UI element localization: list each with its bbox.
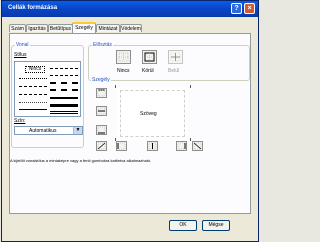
- tab-border[interactable]: Szegély: [72, 22, 96, 33]
- line-style-medium-dash-dot[interactable]: [50, 82, 78, 84]
- cancel-button[interactable]: Mégse: [202, 220, 230, 231]
- line-group-title: Vonal: [15, 42, 30, 48]
- line-style-double[interactable]: [50, 111, 78, 114]
- instruction-note: A kijelölt vonalstílus a mintaképre vagy…: [10, 158, 152, 163]
- chevron-down-icon[interactable]: ▼: [73, 127, 82, 134]
- preset-inside-label: Belül: [168, 68, 180, 74]
- line-style-none[interactable]: Nincs: [25, 66, 45, 73]
- border-left-icon: [117, 142, 126, 150]
- line-style-dash-dot-dot[interactable]: [19, 86, 47, 87]
- line-style-medium-dash-dot-dot[interactable]: [50, 68, 78, 69]
- border-diagonal-up-button[interactable]: [96, 141, 107, 151]
- border-top-icon: [97, 89, 106, 97]
- preset-none-button[interactable]: [116, 50, 131, 64]
- border-diagonal-down-icon: [193, 142, 202, 150]
- preset-outline-label: Körül: [142, 68, 154, 74]
- border-inside-horizontal-icon: [97, 107, 106, 115]
- border-group-title: Szegély: [91, 77, 111, 83]
- close-button[interactable]: ×: [244, 3, 255, 14]
- preview-corner-mark: [190, 85, 191, 88]
- dialog-title: Cellák formázása: [8, 5, 58, 11]
- tab-number[interactable]: Szám: [9, 24, 26, 32]
- help-button[interactable]: ?: [231, 3, 242, 14]
- line-style-list[interactable]: Nincs: [14, 61, 81, 117]
- tab-patterns[interactable]: Mintázat: [96, 24, 120, 32]
- tab-font[interactable]: Betűtípus: [48, 24, 73, 32]
- line-style-thick[interactable]: [50, 104, 78, 107]
- border-diagonal-down-button[interactable]: [192, 141, 203, 151]
- line-style-medium[interactable]: [50, 97, 78, 99]
- preview-text: Szöveg: [140, 111, 157, 117]
- border-inside-vertical-button[interactable]: [147, 141, 158, 151]
- line-style-thin[interactable]: [19, 109, 47, 110]
- preset-outline-button[interactable]: [142, 50, 157, 64]
- border-bottom-button[interactable]: [96, 125, 107, 135]
- border-inside-vertical-icon: [148, 142, 157, 150]
- border-inside-horizontal-button[interactable]: [96, 106, 107, 116]
- border-diagonal-up-icon: [97, 142, 106, 150]
- style-label: Stílus: [14, 52, 27, 58]
- presets-group-title: Elősztás: [92, 42, 113, 48]
- title-bar[interactable]: Cellák formázása ? ×: [2, 1, 258, 17]
- line-style-dash-dot[interactable]: [19, 94, 47, 95]
- preset-outline-icon: [144, 52, 155, 62]
- border-left-button[interactable]: [116, 141, 127, 151]
- ok-button[interactable]: OK: [169, 220, 197, 231]
- preview-corner-mark: [190, 138, 191, 141]
- line-style-slanted-dash-dot[interactable]: [50, 75, 78, 76]
- preset-inside-button[interactable]: [168, 50, 183, 64]
- line-style-medium-dashed[interactable]: [50, 89, 78, 91]
- preset-none-label: Nincs: [117, 68, 130, 74]
- line-style-dense-dashed[interactable]: [19, 102, 47, 103]
- line-style-dotted[interactable]: [19, 78, 47, 79]
- border-right-button[interactable]: [176, 141, 187, 151]
- tab-alignment[interactable]: Igazítás: [26, 24, 48, 32]
- border-top-button[interactable]: [96, 88, 107, 98]
- line-color-select[interactable]: Automatikus ▼: [14, 126, 83, 135]
- preset-inside-icon: [170, 52, 181, 62]
- tab-protection[interactable]: Védelem: [120, 24, 142, 32]
- preset-none-icon: [118, 52, 129, 62]
- border-preview[interactable]: Szöveg: [117, 87, 188, 140]
- border-bottom-icon: [97, 126, 106, 134]
- border-right-icon: [177, 142, 186, 150]
- preview-corner-mark: [115, 85, 116, 88]
- format-cells-dialog: Cellák formázása ? × Szám Igazítás Betűt…: [1, 0, 259, 242]
- line-color-value: Automatikus: [29, 128, 57, 134]
- color-label: Szín:: [14, 118, 26, 124]
